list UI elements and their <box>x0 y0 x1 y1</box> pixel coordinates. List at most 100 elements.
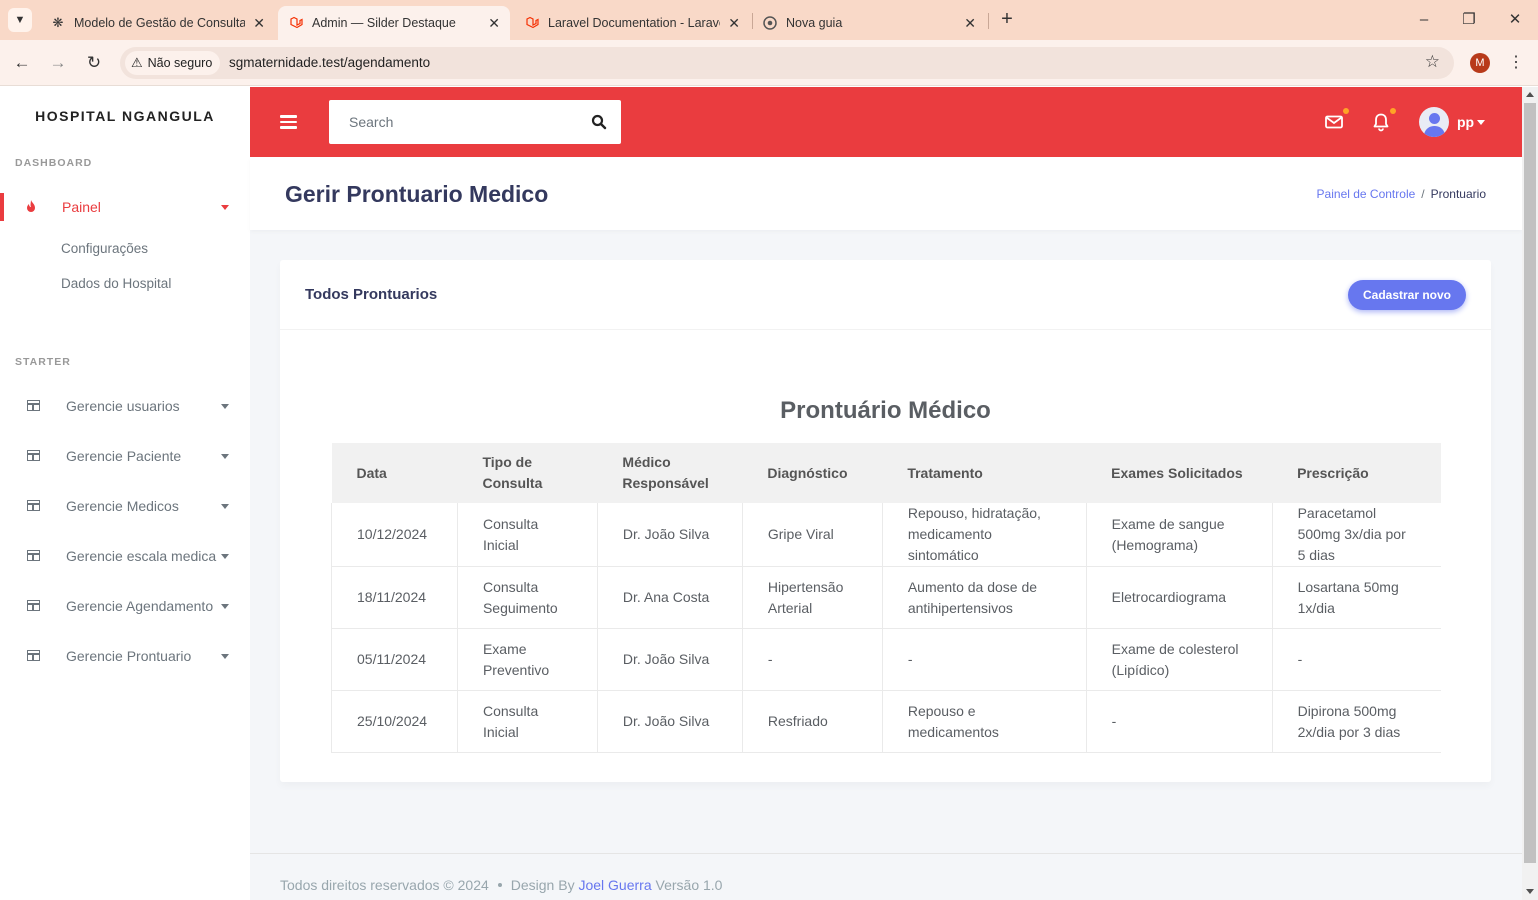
table-cell: Hipertensão Arterial <box>742 566 883 629</box>
tab-title: Laravel Documentation - Larave <box>548 16 721 30</box>
main-content: Gerir Prontuario Medico Painel de Contro… <box>250 157 1522 900</box>
sidebar-item-paciente[interactable]: Gerencie Paciente <box>0 436 250 476</box>
caret-down-icon <box>221 553 229 559</box>
table-cell: Exame de sangue (Hemograma) <box>1086 503 1273 567</box>
browser-tab[interactable]: Laravel Documentation - Larave ✕ <box>514 6 750 40</box>
breadcrumb-link-painel[interactable]: Painel de Controle <box>1317 187 1416 201</box>
bookmark-star-icon[interactable]: ☆ <box>1425 52 1440 72</box>
table-cell: Aumento da dose de antihipertensivos <box>882 566 1087 629</box>
table-row: 05/11/2024 Exame Preventivo Dr. João Sil… <box>331 628 1441 691</box>
scrollbar-thumb[interactable] <box>1524 103 1536 863</box>
sidebar-item-medicos[interactable]: Gerencie Medicos <box>0 486 250 526</box>
minimize-button[interactable]: – <box>1412 8 1436 32</box>
url-text[interactable]: sgmaternidade.test/agendamento <box>229 55 430 70</box>
table-cell: - <box>742 628 883 691</box>
reload-button[interactable]: ↻ <box>83 52 105 74</box>
browser-menu-icon[interactable]: ⋮ <box>1508 52 1524 72</box>
back-button[interactable]: ← <box>11 52 33 74</box>
sidebar-item-label: Gerencie usuarios <box>66 398 180 414</box>
breadcrumb-separator: / <box>1421 187 1425 201</box>
tab-search-button[interactable]: ▼ <box>8 8 32 32</box>
footer-author-link[interactable]: Joel Guerra <box>578 877 651 893</box>
table-cell: Dipirona 500mg 2x/dia por 3 dias <box>1272 690 1441 753</box>
browser-toolbar: ← → ↻ ⚠ Não seguro sgmaternidade.test/ag… <box>0 40 1538 86</box>
column-header: Tratamento <box>882 443 1087 503</box>
card-header: Todos Prontuarios Cadastrar novo <box>280 260 1491 330</box>
openai-icon: ❋ <box>52 15 64 30</box>
close-icon[interactable]: ✕ <box>488 15 500 32</box>
caret-down-icon <box>221 653 229 659</box>
sidebar-item-painel[interactable]: Painel <box>0 187 250 227</box>
restore-button[interactable]: ❐ <box>1457 8 1481 32</box>
section-header: Gerir Prontuario Medico Painel de Contro… <box>250 157 1522 230</box>
table-cell: Repouso, hidratação, medicamento sintomá… <box>882 503 1087 567</box>
table-cell: - <box>882 628 1087 691</box>
scroll-up-arrow[interactable] <box>1526 92 1534 97</box>
new-tab-button[interactable]: + <box>996 8 1018 32</box>
scroll-down-arrow[interactable] <box>1526 889 1534 894</box>
user-name[interactable]: pp <box>1457 114 1474 130</box>
columns-icon <box>27 448 40 464</box>
bell-icon[interactable] <box>1371 112 1391 132</box>
table-cell: - <box>1086 690 1273 753</box>
address-bar[interactable]: ⚠ Não seguro sgmaternidade.test/agendame… <box>120 47 1454 79</box>
table-cell: Losartana 50mg 1x/dia <box>1272 566 1441 629</box>
column-header: Prescrição <box>1272 443 1441 503</box>
column-header: Data <box>331 443 458 503</box>
page-title: Gerir Prontuario Medico <box>285 181 549 207</box>
sidebar-item-agendamento[interactable]: Gerencie Agendamento <box>0 586 250 626</box>
page-scrollbar[interactable] <box>1522 87 1538 900</box>
chrome-icon <box>762 15 778 31</box>
table-cell: Consulta Seguimento <box>457 566 598 629</box>
profile-avatar[interactable]: M <box>1470 53 1490 73</box>
footer-text: Todos direitos reservados © 2024 Design B… <box>280 877 722 893</box>
table-cell: 05/11/2024 <box>331 628 458 691</box>
footer-version: Versão 1.0 <box>655 877 723 893</box>
sidebar-subitem-configuracoes[interactable]: Configurações <box>61 241 148 256</box>
table-cell: Eletrocardiograma <box>1086 566 1273 629</box>
sidebar-item-prontuario[interactable]: Gerencie Prontuario <box>0 636 250 676</box>
forward-button[interactable]: → <box>47 52 69 74</box>
bullet-separator <box>497 882 502 887</box>
close-icon[interactable]: ✕ <box>964 15 976 32</box>
top-navbar: pp <box>250 87 1522 157</box>
table-cell: Dr. João Silva <box>597 628 743 691</box>
user-avatar[interactable] <box>1419 107 1449 137</box>
notification-badge-dot <box>1390 108 1396 114</box>
footer-design-by: Design By <box>510 877 575 893</box>
footer-copyright: Todos direitos reservados © 2024 <box>280 877 489 893</box>
sidebar-item-label: Gerencie Paciente <box>66 448 182 464</box>
cadastrar-novo-button[interactable]: Cadastrar novo <box>1348 280 1466 310</box>
table-cell: Gripe Viral <box>742 503 883 567</box>
envelope-icon[interactable] <box>1324 112 1344 132</box>
browser-tab[interactable]: Nova guia ✕ <box>752 6 986 40</box>
security-label: Não seguro <box>147 56 213 70</box>
table-cell: Resfriado <box>742 690 883 753</box>
window-close-button[interactable]: ✕ <box>1503 8 1527 32</box>
caret-down-icon[interactable] <box>1477 120 1485 125</box>
fire-icon <box>25 199 37 216</box>
sidebar-item-label: Gerencie escala medica <box>66 548 217 564</box>
table-cell: 25/10/2024 <box>331 690 458 753</box>
brand-title[interactable]: HOSPITAL NGANGULA <box>0 108 250 124</box>
sidebar-item-label: Gerencie Medicos <box>66 498 179 514</box>
column-header: Tipo de Consulta <box>457 443 598 503</box>
close-icon[interactable]: ✕ <box>253 15 265 32</box>
menu-toggle-icon[interactable] <box>280 115 297 129</box>
browser-tab[interactable]: ❋ Modelo de Gestão de Consulta ✕ <box>40 6 275 40</box>
sidebar-item-label: Gerencie Agendamento <box>66 598 214 614</box>
search-form <box>329 100 621 144</box>
sidebar-item-escala-medica[interactable]: Gerencie escala medica <box>0 536 250 576</box>
browser-tab-active[interactable]: Admin — Silder Destaque ✕ <box>278 6 510 40</box>
search-icon[interactable] <box>591 114 607 130</box>
sidebar-item-usuarios[interactable]: Gerencie usuarios <box>0 386 250 426</box>
search-input[interactable] <box>329 100 579 144</box>
security-chip[interactable]: ⚠ Não seguro <box>125 51 221 75</box>
close-icon[interactable]: ✕ <box>728 15 740 32</box>
sidebar-item-label: Gerencie Prontuario <box>66 648 192 664</box>
table-cell: Exame Preventivo <box>457 628 598 691</box>
tab-title: Nova guia <box>786 16 843 30</box>
columns-icon <box>27 548 40 564</box>
table-row: 10/12/2024 Consulta Inicial Dr. João Sil… <box>331 503 1441 567</box>
sidebar-subitem-dados-hospital[interactable]: Dados do Hospital <box>61 276 171 291</box>
